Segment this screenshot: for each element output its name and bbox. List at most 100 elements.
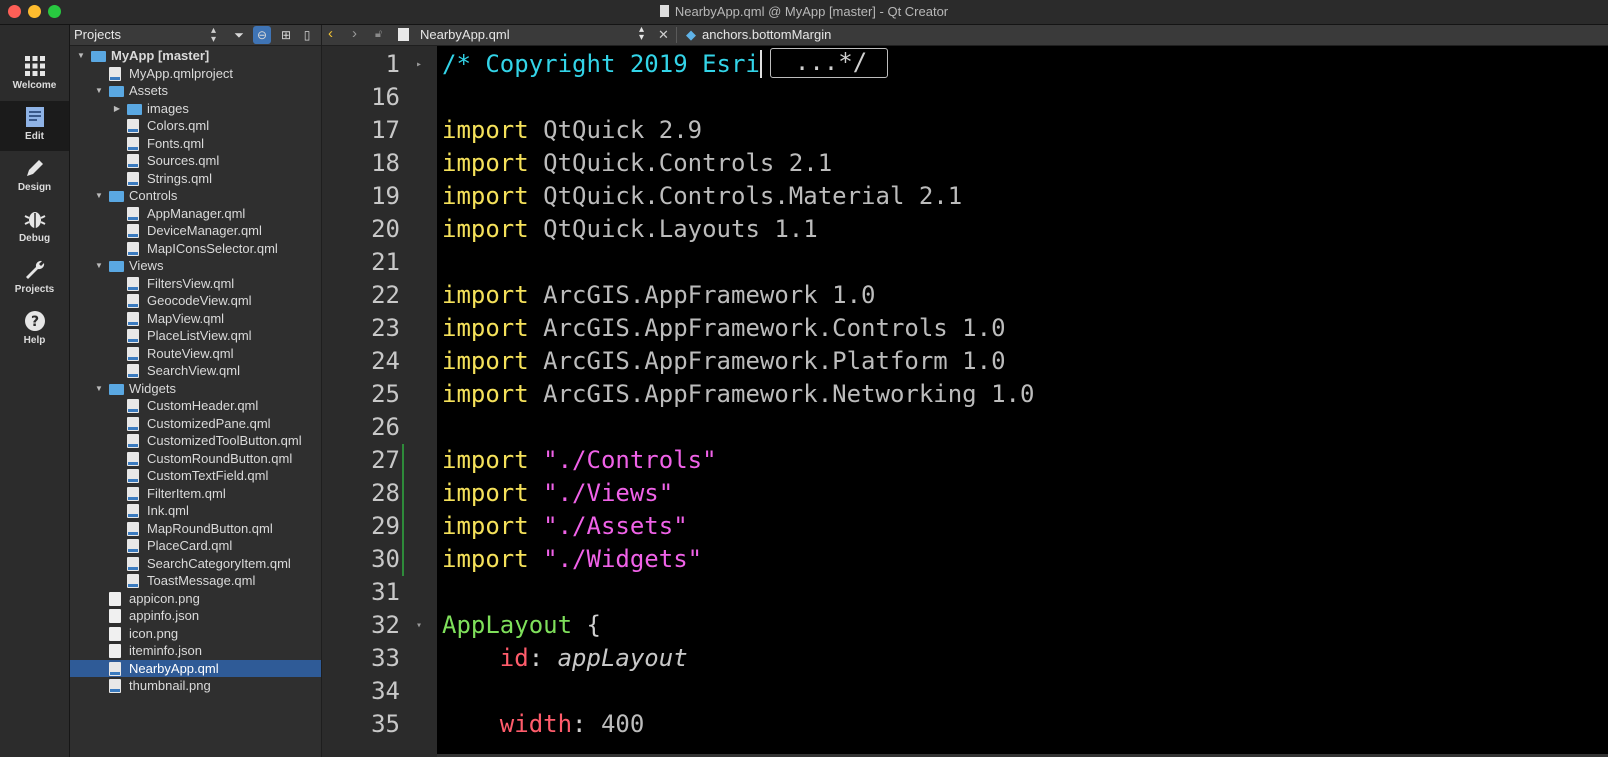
tree-file[interactable]: CustomHeader.qml xyxy=(70,397,321,415)
tree-file[interactable]: thumbnail.png xyxy=(70,677,321,695)
projects-pane-toolbar: Projects ▴ ▾ ⏷ ⊖ ⊞ ▯ xyxy=(70,25,321,46)
tree-file[interactable]: NearbyApp.qml xyxy=(70,659,321,677)
open-document-combo[interactable]: NearbyApp.qml xyxy=(420,27,510,42)
code-line[interactable]: 27 import "./Controls" xyxy=(322,444,1608,477)
line-number: 32 xyxy=(371,611,400,639)
mode-help[interactable]: ? Help xyxy=(0,305,69,355)
tree-file[interactable]: GeocodeView.qml xyxy=(70,292,321,310)
code-line[interactable]: 28 import "./Views" xyxy=(322,477,1608,510)
tree-project[interactable]: ▼ MyApp [master] xyxy=(70,47,321,65)
code-line[interactable]: 24 import ArcGIS.AppFramework.Platform 1.… xyxy=(322,345,1608,378)
view-selector[interactable]: Projects xyxy=(74,27,224,42)
tree-folder[interactable]: ▼ Views xyxy=(70,257,321,275)
code-token: : xyxy=(528,644,558,672)
tree-item-label: Controls xyxy=(129,188,178,203)
code-line[interactable]: 18 import QtQuick.Controls 2.1 xyxy=(322,147,1608,180)
close-document-icon[interactable]: ✕ xyxy=(658,27,669,43)
folded-comment-box[interactable]: ...*/ xyxy=(769,48,889,78)
tree-file[interactable]: CustomRoundButton.qml xyxy=(70,450,321,468)
tree-file[interactable]: Sources.qml xyxy=(70,152,321,170)
code-token: QtQuick.Controls.Material 2.1 xyxy=(543,182,963,210)
tree-file[interactable]: DeviceManager.qml xyxy=(70,222,321,240)
code-token: 400 xyxy=(600,710,645,738)
mode-design[interactable]: Design xyxy=(0,152,69,202)
tree-file[interactable]: Fonts.qml xyxy=(70,135,321,153)
expand-arrow-right-icon[interactable]: ▶ xyxy=(112,100,122,118)
code-line[interactable]: 26 xyxy=(322,411,1608,444)
code-line[interactable]: 20 import QtQuick.Layouts 1.1 xyxy=(322,213,1608,246)
code-token: : xyxy=(572,710,601,738)
code-line[interactable]: 33 id: appLayout xyxy=(322,642,1608,675)
mode-welcome[interactable]: Welcome xyxy=(0,50,69,100)
tree-item-label: Strings.qml xyxy=(147,170,213,186)
code-line[interactable]: 22 import ArcGIS.AppFramework 1.0 xyxy=(322,279,1608,312)
close-pane-icon[interactable]: ▯ xyxy=(298,26,316,44)
tree-file[interactable]: Strings.qml xyxy=(70,170,321,188)
tree-file[interactable]: RouteView.qml xyxy=(70,345,321,363)
tree-file[interactable]: CustomizedPane.qml xyxy=(70,415,321,433)
code-line[interactable]: 31 xyxy=(322,576,1608,609)
mode-edit[interactable]: Edit xyxy=(0,101,69,151)
filter-icon[interactable]: ⏷ xyxy=(230,26,248,44)
tree-file[interactable]: Colors.qml xyxy=(70,117,321,135)
tree-file[interactable]: icon.png xyxy=(70,625,321,643)
expand-arrow-down-icon[interactable]: ▼ xyxy=(76,47,86,65)
code-line[interactable]: 25 import ArcGIS.AppFramework.Networking … xyxy=(322,378,1608,411)
symbol-combo[interactable]: anchors.bottomMargin xyxy=(702,27,831,42)
tree-file[interactable]: MapIConsSelector.qml xyxy=(70,240,321,258)
mode-debug[interactable]: Debug xyxy=(0,203,69,253)
tree-folder[interactable]: ▼ Widgets xyxy=(70,380,321,398)
tree-file[interactable]: MapRoundButton.qml xyxy=(70,520,321,538)
split-icon[interactable]: ⊞ xyxy=(277,26,295,44)
expand-arrow-down-icon[interactable]: ▼ xyxy=(94,187,104,205)
code-token: import xyxy=(442,314,544,342)
tree-file[interactable]: SearchCategoryItem.qml xyxy=(70,555,321,573)
fold-marker-icon[interactable]: ▾ xyxy=(416,609,422,642)
code-token: /* Copyright 2019 Esri xyxy=(442,50,760,78)
code-line[interactable]: 17 import QtQuick 2.9 xyxy=(322,114,1608,147)
code-line[interactable]: 1 ▸ /* Copyright 2019 Esri ...*/ xyxy=(322,48,1608,81)
tree-file[interactable]: appinfo.json xyxy=(70,607,321,625)
go-back-icon[interactable]: ‹ xyxy=(328,25,333,42)
code-line[interactable]: 29 import "./Assets" xyxy=(322,510,1608,543)
tree-file[interactable]: SearchView.qml xyxy=(70,362,321,380)
tree-file[interactable]: CustomTextField.qml xyxy=(70,467,321,485)
go-forward-icon[interactable]: › xyxy=(352,25,357,42)
expand-arrow-down-icon[interactable]: ▼ xyxy=(94,82,104,100)
code-line[interactable]: 30 import "./Widgets" xyxy=(322,543,1608,576)
tree-file[interactable]: FilterItem.qml xyxy=(70,485,321,503)
expand-arrow-down-icon[interactable]: ▼ xyxy=(94,257,104,275)
tree-file[interactable]: MapView.qml xyxy=(70,310,321,328)
mode-projects[interactable]: Projects xyxy=(0,254,69,304)
code-text: import QtQuick.Layouts 1.1 xyxy=(442,213,818,246)
code-line[interactable]: 35 width: 400 xyxy=(322,708,1608,741)
lock-icon[interactable]: 🔓︎ xyxy=(375,28,382,41)
code-line[interactable]: 19 import QtQuick.Controls.Material 2.1 xyxy=(322,180,1608,213)
tree-file[interactable]: AppManager.qml xyxy=(70,205,321,223)
code-line[interactable]: 21 xyxy=(322,246,1608,279)
expand-arrow-down-icon[interactable]: ▼ xyxy=(94,380,104,398)
tree-item-label: DeviceManager.qml xyxy=(147,223,262,238)
tree-file[interactable]: MyApp.qmlproject xyxy=(70,65,321,83)
code-line[interactable]: 16 xyxy=(322,81,1608,114)
code-line[interactable]: 32 ▾ AppLayout { xyxy=(322,609,1608,642)
tree-file[interactable]: PlaceListView.qml xyxy=(70,327,321,345)
tree-folder[interactable]: ▼ Assets xyxy=(70,82,321,100)
line-number: 19 xyxy=(371,182,400,210)
tree-file[interactable]: CustomizedToolButton.qml xyxy=(70,432,321,450)
tree-file[interactable]: FiltersView.qml xyxy=(70,275,321,293)
tree-file[interactable]: appicon.png xyxy=(70,590,321,608)
tree-folder[interactable]: ▶ images xyxy=(70,100,321,118)
code-line[interactable]: 34 xyxy=(322,675,1608,708)
sync-link-icon[interactable]: ⊖ xyxy=(253,26,271,44)
fold-marker-icon[interactable]: ▸ xyxy=(416,48,422,81)
tree-file[interactable]: PlaceCard.qml xyxy=(70,537,321,555)
tree-file[interactable]: ToastMessage.qml xyxy=(70,572,321,590)
tree-file[interactable]: Ink.qml xyxy=(70,502,321,520)
tree-folder[interactable]: ▼ Controls xyxy=(70,187,321,205)
code-editor[interactable]: 1 ▸ /* Copyright 2019 Esri ...*/ 16 17 import … xyxy=(322,46,1608,757)
tree-file[interactable]: iteminfo.json xyxy=(70,642,321,660)
help-icon: ? xyxy=(24,311,45,331)
code-line[interactable]: 23 import ArcGIS.AppFramework.Controls 1.… xyxy=(322,312,1608,345)
qml-file-icon xyxy=(109,679,121,693)
